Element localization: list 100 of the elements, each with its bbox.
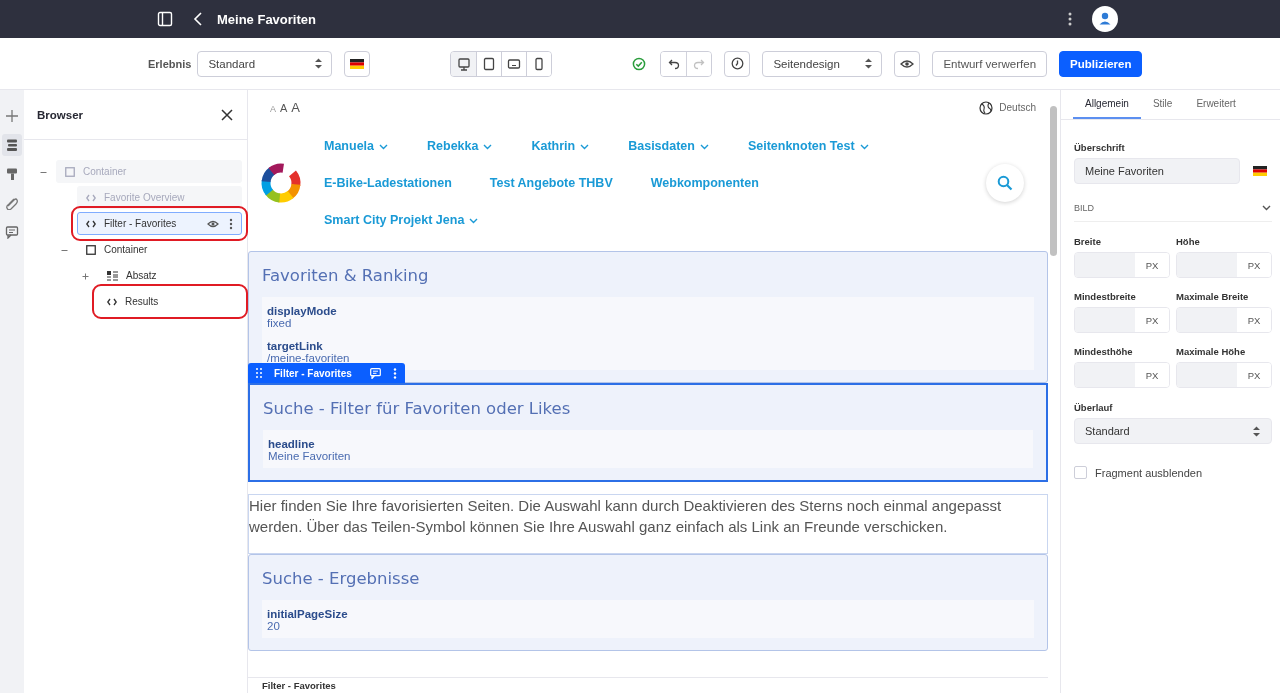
tab[interactable]: Stile <box>1140 90 1185 119</box>
redo-icon <box>693 57 706 70</box>
discard-draft-button[interactable]: Entwurf verwerfen <box>932 50 1048 77</box>
flag-icon <box>1253 166 1267 176</box>
clock-icon <box>730 57 744 70</box>
checkbox[interactable] <box>1074 466 1087 479</box>
field-label: Überlauf <box>1074 402 1114 413</box>
layers-icon <box>5 138 19 152</box>
card-title: Suche - Filter für Favoriten oder Likes <box>263 399 572 418</box>
fragment-card[interactable]: Suche - Ergebnisse initialPageSize 20 <box>248 554 1048 651</box>
paragraph-icon <box>107 270 118 281</box>
field-label: Höhe <box>1176 236 1201 247</box>
eye-icon[interactable] <box>207 219 219 228</box>
number-input[interactable]: PX <box>1074 362 1170 388</box>
more-icon[interactable] <box>1068 11 1072 27</box>
tree-item[interactable]: Absatz <box>98 264 242 287</box>
number-input[interactable]: PX <box>1176 307 1272 333</box>
field-label: Mindestbreite <box>1074 291 1137 302</box>
square-icon <box>86 244 96 255</box>
device-switcher[interactable] <box>450 50 553 77</box>
item-label: Absatz <box>126 270 157 281</box>
field-label: Maximale Breite <box>1176 291 1250 302</box>
more-icon[interactable] <box>392 367 397 379</box>
item-label: Favorite Overview <box>104 192 185 203</box>
more-icon[interactable] <box>229 217 233 230</box>
back-icon[interactable] <box>193 11 203 27</box>
panel-title: Browser <box>37 108 84 121</box>
preview-button[interactable] <box>894 50 921 77</box>
desktop-icon <box>456 56 471 71</box>
comment-icon <box>5 225 19 239</box>
code-icon <box>86 193 96 202</box>
paint-roller-icon <box>5 167 19 181</box>
device-button[interactable] <box>526 51 552 76</box>
page-design-select[interactable]: Seitendesign <box>762 50 883 77</box>
heading-input[interactable]: Meine Favoriten <box>1074 158 1240 184</box>
field-value: 20 <box>267 620 281 632</box>
card-title: Suche - Ergebnisse <box>262 569 421 588</box>
sort-arrows-icon <box>864 57 874 70</box>
card-title: Favoriten & Ranking <box>262 266 430 285</box>
tree-item[interactable]: Results <box>98 290 242 313</box>
tab[interactable]: Allgemein <box>1073 90 1141 119</box>
overflow-select[interactable]: Standard <box>1074 418 1272 444</box>
undo-icon <box>667 57 680 70</box>
paperclip-icon <box>5 196 19 210</box>
ring-logo[interactable] <box>260 162 302 204</box>
field-name: displayMode <box>267 305 338 317</box>
field-name: headline <box>268 438 316 450</box>
globe-icon <box>979 100 994 115</box>
comment-icon[interactable] <box>369 367 381 379</box>
field-name: initialPageSize <box>267 608 349 620</box>
tablet-icon <box>482 56 497 71</box>
number-input[interactable]: PX <box>1176 252 1272 278</box>
field-label: Maximale Höhe <box>1176 346 1247 357</box>
item-label: Results <box>125 296 159 307</box>
code-icon <box>107 297 117 306</box>
drag-handle-icon[interactable] <box>256 368 262 378</box>
code-icon <box>86 219 96 228</box>
square-icon <box>65 166 75 177</box>
field-label: Überschrift <box>1074 142 1126 153</box>
fragment-name: Filter - Favorites <box>274 367 352 379</box>
sort-arrows-icon <box>314 57 324 70</box>
user-avatar-icon[interactable] <box>1092 6 1118 32</box>
field-value: fixed <box>267 317 293 329</box>
history-button[interactable] <box>724 50 751 77</box>
checkbox-label: Fragment ausblenden <box>1095 466 1202 479</box>
language-button[interactable] <box>344 50 371 77</box>
number-input[interactable]: PX <box>1176 362 1272 388</box>
field-label: Mindesthöhe <box>1074 346 1134 357</box>
publish-button[interactable]: Publizieren <box>1059 50 1143 77</box>
tab[interactable]: Erweitert <box>1184 90 1248 119</box>
field-value: Meine Favoriten <box>268 450 352 462</box>
tree-item[interactable]: Container <box>77 238 242 261</box>
experience-select[interactable]: Standard <box>197 50 333 77</box>
section-title: BILD <box>1074 202 1094 213</box>
font-size-button[interactable]: A <box>291 100 301 115</box>
sidebar-toggle-icon[interactable] <box>157 11 173 27</box>
font-size-button[interactable]: A <box>280 102 288 114</box>
expand-icon[interactable] <box>82 272 89 280</box>
sort-arrows-icon <box>1252 424 1261 438</box>
plus-icon <box>5 109 19 123</box>
close-icon[interactable] <box>221 108 233 121</box>
check-circle-icon <box>632 56 647 71</box>
eye-icon <box>900 58 915 69</box>
language-link[interactable]: Deutsch <box>999 102 1036 113</box>
field-label: Breite <box>1074 236 1102 247</box>
landscape-icon <box>507 56 522 71</box>
experience-label: Erlebnis <box>148 57 192 70</box>
number-input[interactable]: PX <box>1074 252 1170 278</box>
paragraph-text: Hier finden Sie Ihre favorisierten Seiten. Die Auswahl kann durch Deaktivieren des Sterns noch einmal angepasst werden. Über das Teilen-Symbol können Sie Ihre Auswahl ganz einfach als Link an Freunde verschicken. <box>248 494 1048 554</box>
device-button[interactable] <box>451 51 477 76</box>
field-name: targetLink <box>267 340 324 352</box>
field-value: /meine-favoriten <box>267 352 351 364</box>
item-label: Filter - Favorites <box>104 218 177 229</box>
number-input[interactable]: PX <box>1074 307 1170 333</box>
item-label: Container <box>104 244 148 255</box>
fragment-card[interactable]: Suche - Filter für Favoriten oder Likes headline Meine Favoriten <box>248 383 1048 482</box>
page-title: Meine Favoriten <box>217 11 316 27</box>
flag-icon <box>350 58 365 69</box>
search-icon <box>997 175 1013 191</box>
item-label: Container <box>83 166 127 177</box>
